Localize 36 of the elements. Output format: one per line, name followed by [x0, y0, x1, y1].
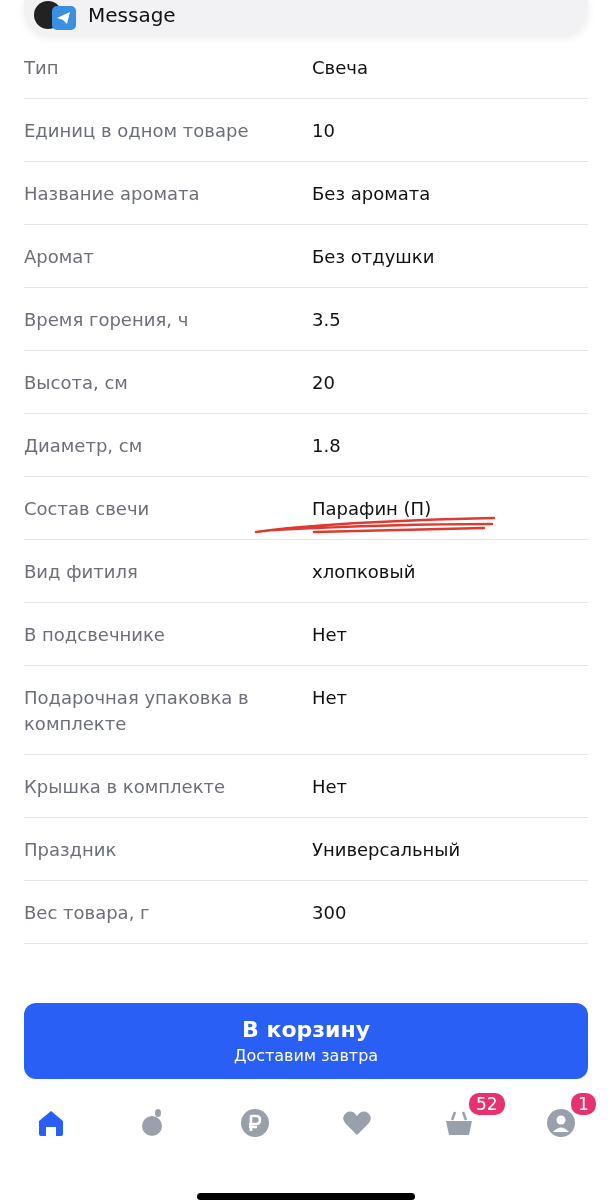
spec-value: Свеча — [312, 57, 368, 78]
spec-label: Аромат — [24, 245, 95, 269]
count-badge: 52 — [467, 1091, 507, 1117]
ruble-icon[interactable] — [239, 1107, 271, 1139]
paper-plane-icon — [52, 6, 76, 30]
notification-card[interactable]: Message — [24, 0, 588, 36]
profile-icon[interactable] — [545, 1107, 577, 1139]
spec-label: Диаметр, см — [24, 434, 144, 458]
spec-label: Вес товара, г — [24, 901, 151, 925]
add-to-cart-button[interactable]: В корзину Доставим завтра — [24, 1003, 588, 1079]
spec-value: Парафин (П) — [312, 498, 432, 519]
spec-value: Нет — [312, 687, 348, 708]
spec-value: 3.5 — [312, 309, 341, 330]
spec-value: 1.8 — [312, 435, 341, 456]
spec-label: Тип — [24, 56, 60, 80]
spec-value: Универсальный — [312, 839, 461, 860]
spec-label: Крышка в комплекте — [24, 775, 227, 799]
spec-value: 10 — [312, 120, 335, 141]
spec-value: Нет — [312, 624, 348, 645]
spec-label: Время горения, ч — [24, 308, 190, 332]
spec-value: Без аромата — [312, 183, 431, 204]
count-badge: 1 — [569, 1091, 598, 1117]
spec-label: Единиц в одном товаре — [24, 119, 250, 143]
spec-value: 20 — [312, 372, 335, 393]
spec-value: Без отдушки — [312, 246, 435, 267]
spec-label: Праздник — [24, 838, 118, 862]
spec-label: Состав свечи — [24, 497, 151, 521]
spec-label: Вид фитиля — [24, 560, 139, 584]
spec-label: Подарочная упаковка в комплекте — [24, 686, 250, 736]
notification-text: Message — [88, 5, 176, 25]
spec-label: Название аромата — [24, 182, 201, 206]
spec-value: хлопковый — [312, 561, 416, 582]
spec-value: 300 — [312, 902, 347, 923]
spec-label: В подсвечнике — [24, 623, 166, 647]
spec-label: Высота, см — [24, 371, 129, 395]
spec-value: Нет — [312, 776, 348, 797]
